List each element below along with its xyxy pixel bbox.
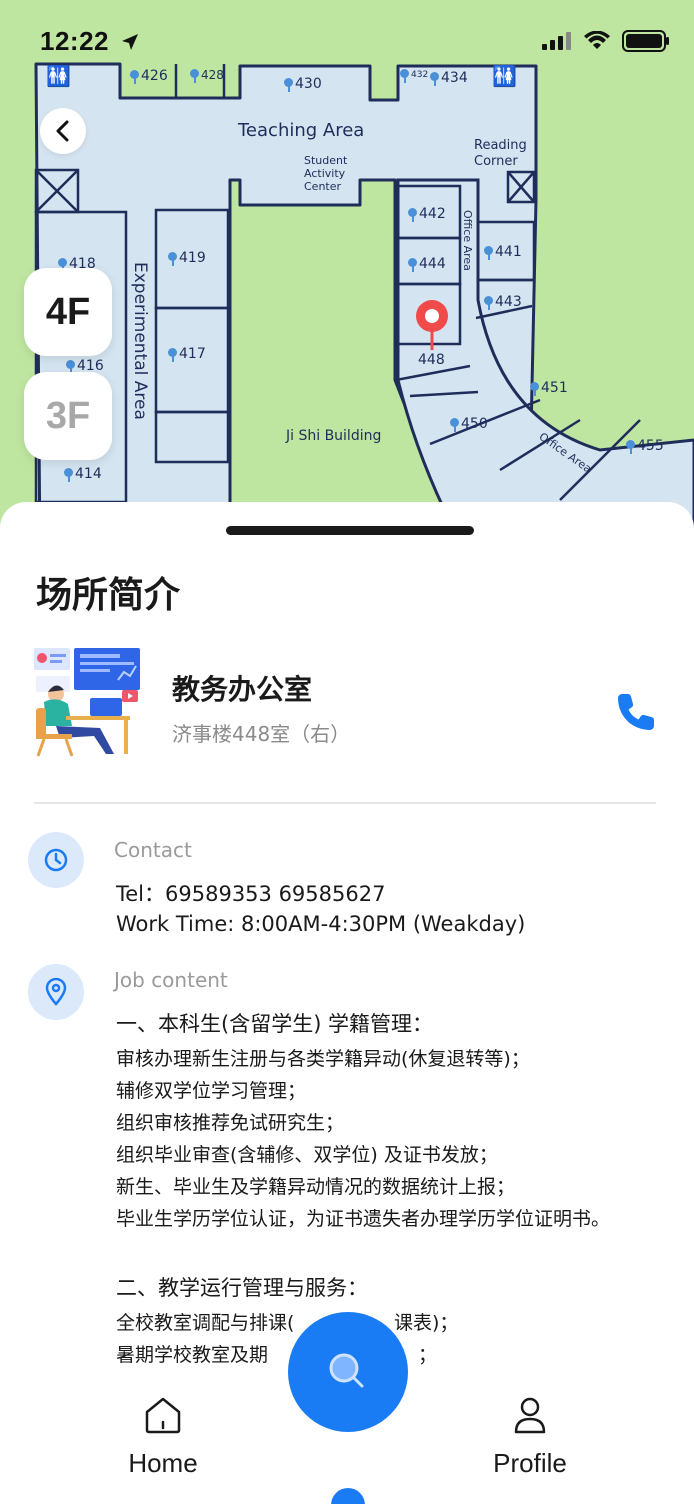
status-bar: 12:22 bbox=[0, 0, 694, 84]
job-content-label: Job content bbox=[114, 968, 228, 992]
room-label[interactable]: 455 bbox=[626, 438, 664, 454]
search-icon bbox=[329, 1353, 364, 1388]
room-pin-icon bbox=[626, 439, 635, 454]
profile-icon bbox=[514, 1397, 546, 1434]
room-pin-icon bbox=[66, 359, 75, 374]
place-name: 教务办公室 bbox=[172, 673, 313, 706]
room-pin-icon bbox=[408, 207, 417, 222]
chevron-left-icon bbox=[56, 120, 69, 142]
tab-profile-label: Profile bbox=[493, 1448, 567, 1478]
tab-profile[interactable]: Profile bbox=[460, 1394, 600, 1479]
place-address: 济事楼448室（右） bbox=[172, 722, 351, 746]
location-pin-icon bbox=[28, 964, 84, 1020]
home-icon bbox=[145, 1397, 181, 1434]
room-label[interactable]: 441 bbox=[484, 244, 522, 260]
experimental-area-label: Experimental Area bbox=[130, 262, 150, 420]
floor-4f-button[interactable]: 4F bbox=[24, 268, 112, 356]
contact-work-time: Work Time: 8:00AM-4:30PM (Weakday) bbox=[116, 912, 526, 936]
office-illustration bbox=[34, 648, 140, 757]
job-line: 暑期学校教室及期 bbox=[116, 1344, 269, 1366]
cellular-signal-icon bbox=[542, 32, 571, 50]
wifi-icon bbox=[584, 31, 610, 49]
job-line: 辅修双学位学习管理； bbox=[116, 1080, 307, 1102]
job-line: 组织审核推荐免试研究生； bbox=[116, 1112, 345, 1134]
floor-3f-button[interactable]: 3F bbox=[24, 372, 112, 460]
job-line: 二、教学运行管理与服务： bbox=[116, 1276, 368, 1300]
contact-tel: Tel：69589353 69585627 bbox=[116, 882, 386, 906]
sheet-title: 场所简介 bbox=[36, 575, 181, 616]
teaching-area-label: Teaching Area bbox=[238, 120, 365, 141]
room-pin-icon bbox=[530, 381, 539, 396]
room-label[interactable]: 419 bbox=[168, 250, 206, 266]
room-label[interactable]: 442 bbox=[408, 206, 446, 222]
room-label[interactable]: 443 bbox=[484, 294, 522, 310]
room-label[interactable]: 444 bbox=[408, 256, 446, 272]
room-pin-icon bbox=[450, 417, 459, 432]
job-line-tail: ； bbox=[418, 1344, 438, 1366]
clock-icon bbox=[28, 832, 84, 888]
room-pin-icon bbox=[484, 295, 493, 310]
battery-icon bbox=[622, 30, 669, 52]
room-label[interactable]: 414 bbox=[64, 466, 102, 482]
job-line: 组织毕业审查(含辅修、双学位) 及证书发放； bbox=[116, 1144, 498, 1166]
job-line: 一、本科生(含留学生) 学籍管理： bbox=[116, 1012, 434, 1036]
room-label[interactable]: 451 bbox=[530, 380, 568, 396]
job-line: 审核办理新生注册与各类学籍异动(休复退转等)； bbox=[116, 1048, 530, 1070]
job-line: 毕业生学历学位认证，为证书遗失者办理学历学位证明书。 bbox=[116, 1208, 611, 1230]
search-fab-button[interactable] bbox=[288, 1312, 408, 1432]
job-line-tail: 课表)； bbox=[394, 1312, 459, 1334]
student-activity-center-label: Student Activity Center bbox=[304, 154, 348, 193]
contact-label: Contact bbox=[114, 838, 192, 862]
room-pin-icon bbox=[64, 467, 73, 482]
room-label[interactable]: 417 bbox=[168, 346, 206, 362]
phone-call-icon[interactable] bbox=[612, 688, 660, 736]
room-pin-icon bbox=[168, 251, 177, 266]
tab-home[interactable]: Home bbox=[93, 1394, 233, 1479]
room-pin-icon bbox=[168, 347, 177, 362]
job-line: 新生、毕业生及学籍异动情况的数据统计上报； bbox=[116, 1176, 516, 1198]
status-time: 12:22 bbox=[40, 26, 109, 56]
office-area-label: Office Area bbox=[461, 210, 474, 271]
selected-room-label[interactable]: 448 bbox=[418, 352, 445, 368]
location-arrow-icon bbox=[122, 34, 138, 50]
building-name-label: Ji Shi Building bbox=[286, 428, 382, 444]
room-pin-icon bbox=[58, 257, 67, 272]
back-button[interactable] bbox=[40, 108, 86, 154]
room-pin-icon bbox=[408, 257, 417, 272]
reading-corner-label: Reading Corner bbox=[474, 138, 527, 169]
section-divider bbox=[34, 802, 656, 804]
room-pin-icon bbox=[484, 245, 493, 260]
job-line: 全校教室调配与排课( bbox=[116, 1312, 295, 1334]
tab-home-label: Home bbox=[128, 1448, 198, 1478]
room-label[interactable]: 450 bbox=[450, 416, 488, 432]
sheet-drag-handle[interactable] bbox=[226, 526, 474, 535]
